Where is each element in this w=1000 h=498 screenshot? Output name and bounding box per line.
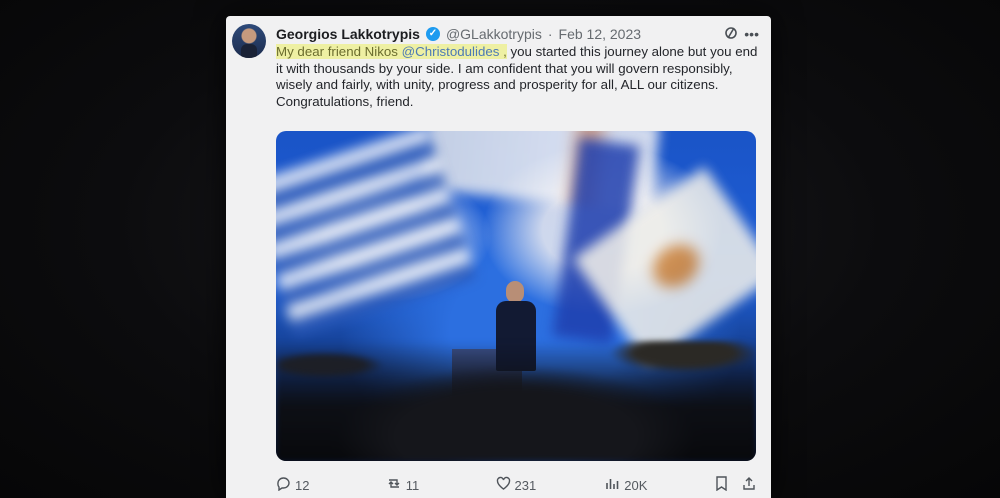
highlighted-text: My dear friend Nikos @Christodulides , — [276, 44, 507, 59]
tweet-date[interactable]: Feb 12, 2023 — [559, 26, 642, 42]
share-icon[interactable] — [742, 476, 756, 494]
author-handle[interactable]: @GLakkotrypis — [446, 26, 542, 42]
action-bar: 12 11 231 20K — [276, 474, 756, 496]
tweet-header: Georgios Lakkotrypis ✓ @GLakkotrypis · F… — [276, 24, 759, 44]
like-icon — [496, 476, 511, 495]
crowd — [276, 341, 756, 461]
mention-link[interactable]: @Christodulides — [402, 44, 500, 59]
repost-icon — [386, 476, 402, 495]
separator: · — [547, 26, 553, 42]
author-name[interactable]: Georgios Lakkotrypis — [276, 26, 420, 42]
more-icon[interactable]: ••• — [744, 26, 759, 42]
views-count: 20K — [624, 477, 648, 493]
like-count: 231 — [514, 477, 537, 493]
grok-icon[interactable] — [724, 26, 738, 43]
tweet-text: My dear friend Nikos @Christodulides , y… — [276, 44, 766, 110]
reply-count: 12 — [295, 477, 310, 493]
repost-button[interactable]: 11 — [386, 476, 496, 495]
reply-button[interactable]: 12 — [276, 476, 386, 495]
like-button[interactable]: 231 — [496, 476, 606, 495]
repost-count: 11 — [405, 477, 420, 493]
tweet-card: Georgios Lakkotrypis ✓ @GLakkotrypis · F… — [226, 16, 771, 498]
avatar[interactable] — [232, 24, 266, 58]
reply-icon — [276, 476, 291, 495]
tweet-photo[interactable] — [276, 131, 756, 461]
views-button[interactable]: 20K — [605, 476, 715, 495]
bookmark-icon[interactable] — [715, 476, 728, 494]
verified-badge-icon: ✓ — [425, 27, 440, 41]
views-icon — [605, 476, 620, 495]
